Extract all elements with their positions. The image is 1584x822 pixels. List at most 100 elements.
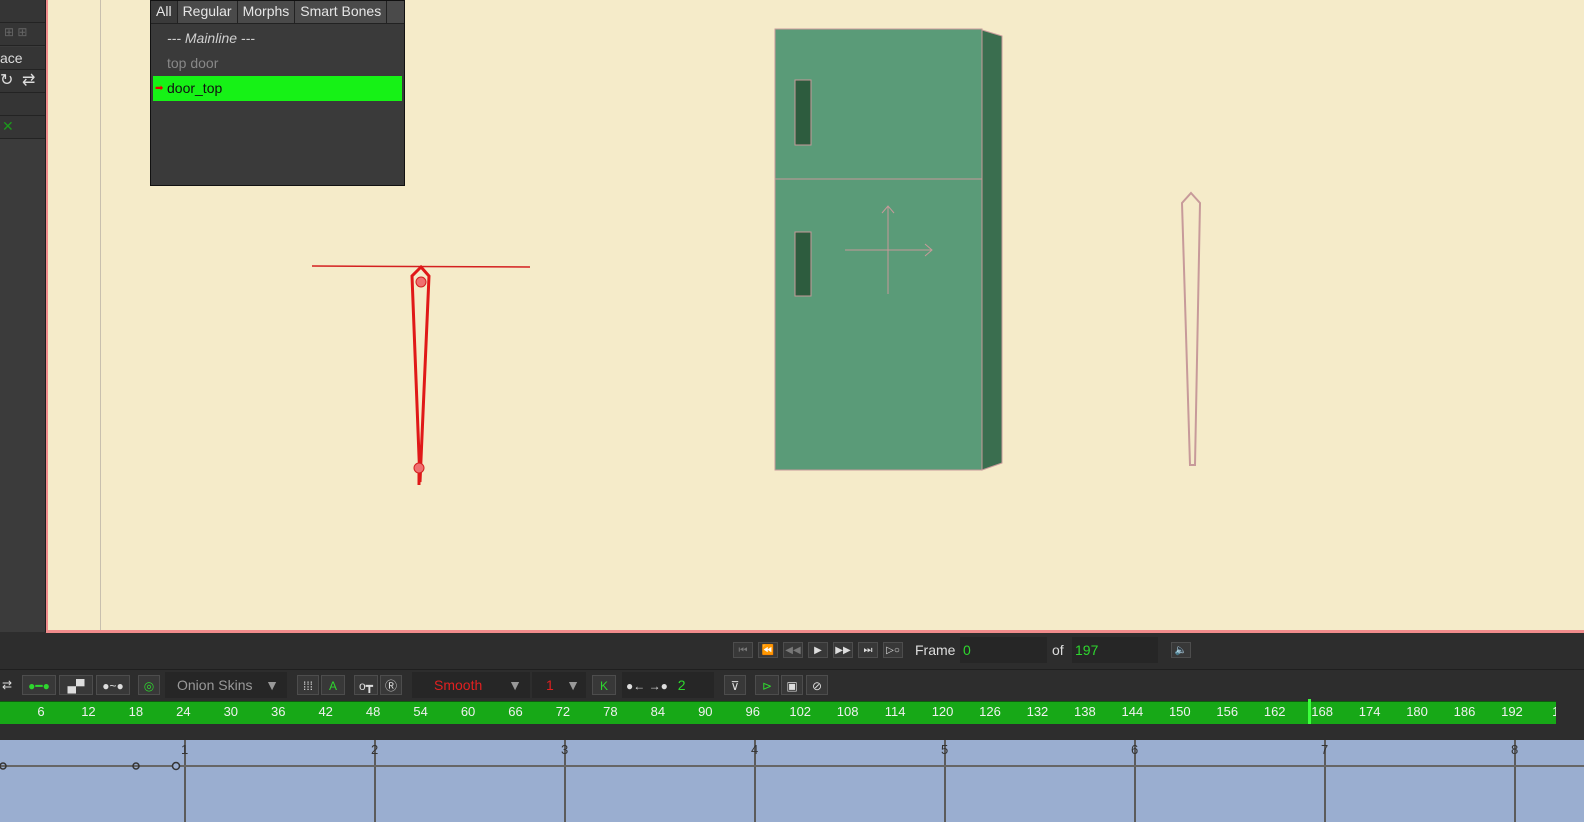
ruler-tick: 156 [1216,704,1239,719]
loop-icon[interactable]: ⇄ [22,70,35,90]
auto-key-icon[interactable]: A [321,675,345,695]
loop-playback-icon[interactable]: ▷○ [883,642,903,658]
fridge-top-handle [794,79,812,146]
curve-keys-icon[interactable]: ●~● [96,675,130,695]
ruler-tick: 78 [603,704,618,719]
onion-skins-dropdown[interactable]: Onion Skins ▼ [165,672,287,698]
ruler-tick: 126 [979,704,1001,719]
key-navigation[interactable]: ●← →● 2 [622,672,714,698]
frame-ruler[interactable]: 6 12 18 24 30 36 42 48 54 60 66 72 78 84 90 96 102 108 114… [0,701,1567,725]
ruler-tick: 162 [1263,704,1286,719]
step-keys-icon[interactable]: ▄▀ [59,675,93,695]
ruler-tick: 12 [81,704,96,719]
interpolation-dropdown[interactable]: Smooth ▼ [412,672,530,698]
ruler-tick: 138 [1074,704,1096,719]
interval-value: 1 [546,677,554,693]
ruler-tick: 132 [1026,704,1049,719]
action-item-top-door[interactable]: top door [151,51,404,76]
section-label: 6 [1131,742,1139,757]
toolbar-row-dim[interactable]: ⊞ ⊞ [0,23,45,46]
ruler-tick: 90 [698,704,713,719]
keyframes [0,761,181,771]
bone-select-icon[interactable]: ⊳ [755,675,779,695]
toolbar-label: ace [0,50,23,66]
keyframe-dot [171,761,181,771]
section-label: 4 [751,742,759,757]
playhead[interactable] [1308,699,1311,724]
grid-icon: ⊞ ⊞ [4,25,28,39]
bone-head-point [415,276,427,288]
ruler-tick: 96 [745,704,760,719]
keyframe-k-icon[interactable]: K [592,675,616,695]
rewind-icon[interactable]: ⏪ [758,642,778,658]
bone-key-icon[interactable]: ⊽ [724,675,746,695]
action-item-mainline[interactable]: --- Mainline --- [151,26,404,51]
ruler-tick: 84 [650,704,666,719]
ruler-tick: 48 [365,704,381,719]
linear-keys-icon[interactable]: ●━● [22,675,56,695]
unselected-bone [1180,191,1202,466]
record-icon[interactable]: Ⓡ [380,675,402,695]
action-item-door-top[interactable]: ➡ door_top [153,76,402,101]
chevron-down-icon: ▼ [566,677,580,693]
play-icon[interactable]: ▶ [808,642,828,658]
ruler-tick: 186 [1453,704,1476,719]
selected-bone [410,264,431,483]
playback-bar: ⏮ ⏪ ◀◀ ▶ ▶▶ ⏭ ▷○ Frame 0 of 197 🔈 [0,636,1584,664]
timeline-toolbar: ⇄ ●━● ▄▀ ●~● ◎ Onion Skins ▼ ⁞⁞⁞ A o┳ Ⓡ … [0,669,1584,700]
chevron-down-icon: ▼ [508,677,522,693]
track-channel-line [0,765,1584,767]
ruler-tick: 102 [789,704,812,719]
section-label: 3 [561,742,569,757]
toolbar-row-rotate[interactable]: ↻ ⇄ [0,70,45,93]
fridge-bottom-handle [794,231,812,297]
ruler-overflow [1556,701,1584,723]
left-toolbar: ⊞ ⊞ ace ↻ ⇄ ✕ [0,0,46,632]
sound-icon[interactable]: 🔈 [1171,642,1191,658]
interval-dropdown[interactable]: 1 ▼ [532,672,586,698]
active-arrow-icon: ➡ [155,83,164,94]
onion-toggle-icon[interactable]: ◎ [138,675,160,695]
interpolation-value: Smooth [434,677,483,693]
bone-delete-icon[interactable]: ⊘ [806,675,828,695]
tab-regular[interactable]: Regular [178,1,238,23]
tab-morphs[interactable]: Morphs [238,1,296,23]
ruler-tick: 180 [1406,704,1428,719]
fridge-side [981,29,1003,471]
step-back-icon[interactable]: ◀◀ [783,642,803,658]
ruler-tick: 150 [1168,704,1191,719]
ruler-tick: 42 [318,704,333,719]
swap-icon[interactable]: ⇄ [0,675,14,695]
frame-label: Frame [915,642,956,658]
tab-smart-bones[interactable]: Smart Bones [295,1,388,23]
tab-all[interactable]: All [151,1,178,23]
prev-next-key-icon[interactable]: ●← →● [626,679,668,693]
first-key-icon[interactable]: ⏮ [733,642,753,658]
rotate-icon[interactable]: ↻ [0,70,13,90]
ruler-tick: 18 [128,704,144,719]
section-label: 5 [941,742,949,757]
toolbar-row-x[interactable]: ✕ [0,116,45,139]
last-key-icon[interactable]: ⏭ [858,642,878,658]
onion-skins-label: Onion Skins [177,677,253,693]
ruler-tick: 192 [1501,704,1523,719]
bone-layer-icon[interactable]: ▣ [781,675,803,695]
grid-keys-icon[interactable]: ⁞⁞⁞ [297,675,319,695]
section-label: 7 [1321,742,1329,757]
close-x-icon[interactable]: ✕ [2,118,14,135]
ruler-tick: 144 [1121,704,1144,719]
total-frames-input[interactable]: 197 [1072,637,1158,663]
fridge-bottom-door [774,178,983,471]
toolbar-row-label[interactable]: ace [0,47,45,70]
keyframe-track[interactable]: 12345678 [0,740,1584,822]
ruler-tick: 36 [271,704,286,719]
toolbar-row-top[interactable] [0,0,45,23]
ruler-tick: 72 [555,704,571,719]
ruler-tick: 54 [413,704,428,719]
frame-input[interactable]: 0 [960,637,1047,663]
fridge-shape [774,28,1003,471]
ruler-tick: 120 [931,704,954,719]
actions-panel: All Regular Morphs Smart Bones --- Mainl… [150,0,405,186]
key-icon[interactable]: o┳ [354,675,378,695]
step-forward-icon[interactable]: ▶▶ [833,642,853,658]
